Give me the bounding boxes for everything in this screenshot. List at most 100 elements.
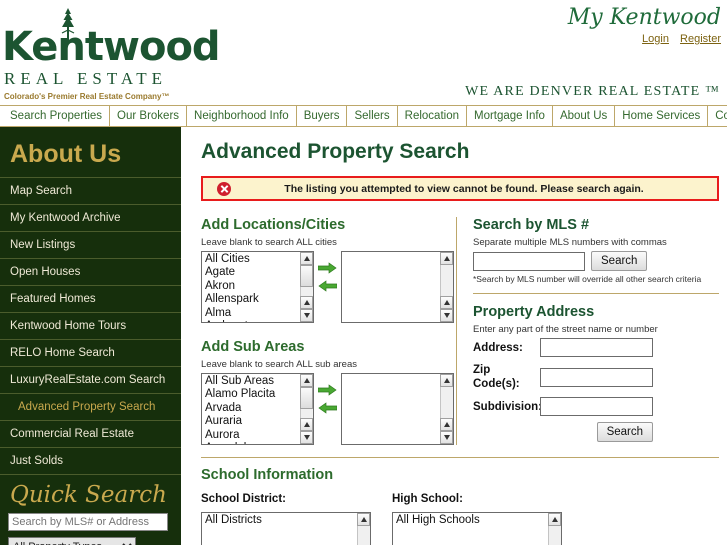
sidebar-item-commercial-real-estate[interactable]: Commercial Real Estate <box>0 420 181 447</box>
scroll-up-icon[interactable] <box>440 374 453 387</box>
locations-hint: Leave blank to search ALL cities <box>201 237 337 248</box>
subdivision-input[interactable] <box>540 397 653 416</box>
scroll-up-icon[interactable] <box>300 296 313 309</box>
login-link[interactable]: Login <box>642 33 669 45</box>
arrow-right-icon[interactable] <box>318 261 337 275</box>
arrow-left-icon[interactable] <box>318 401 337 415</box>
mls-number-input[interactable] <box>473 251 585 271</box>
subareas-dual-listbox: All Sub Areas Alamo Placita Arvada Aurar… <box>201 373 456 445</box>
scroll-down-icon[interactable] <box>440 431 453 444</box>
scrollbar-thumb[interactable] <box>300 265 313 287</box>
body-wrapper: About Us Map Search My Kentwood Archive … <box>0 127 727 545</box>
sidebar-item-map-search[interactable]: Map Search <box>0 177 181 204</box>
mls-search-section: Search by MLS # Separate multiple MLS nu… <box>473 217 719 284</box>
list-item[interactable]: Allenspark <box>205 293 311 306</box>
sidebar-item-open-houses[interactable]: Open Houses <box>0 258 181 285</box>
site-logo[interactable]: Kentwood REAL ESTATE Colorado's Premier … <box>2 8 262 101</box>
nav-item-home-services[interactable]: Home Services <box>615 106 709 126</box>
main-content: Advanced Property Search The listing you… <box>181 127 727 545</box>
zip-code-input[interactable] <box>540 367 653 387</box>
nav-item-search-properties[interactable]: Search Properties <box>3 106 111 126</box>
sidebar-item-relo-home-search[interactable]: RELO Home Search <box>0 339 181 366</box>
list-item[interactable]: Amherst <box>205 320 311 322</box>
school-district-listbox[interactable]: All Districts <box>201 512 371 545</box>
address-label: Address: <box>473 341 523 354</box>
nav-item-neighborhood-info[interactable]: Neighborhood Info <box>187 106 297 126</box>
subareas-selected-listbox[interactable] <box>341 373 454 445</box>
locations-section: Add Locations/Cities Leave blank to sear… <box>201 217 456 323</box>
nav-item-sellers[interactable]: Sellers <box>347 106 398 126</box>
list-item[interactable]: Arvada <box>205 402 311 415</box>
sidebar-item-new-listings[interactable]: New Listings <box>0 231 181 258</box>
subareas-selected-scrollbar[interactable] <box>440 374 453 444</box>
subareas-available-listbox[interactable]: All Sub Areas Alamo Placita Arvada Aurar… <box>201 373 314 445</box>
address-input[interactable] <box>540 338 653 357</box>
nav-item-buyers[interactable]: Buyers <box>297 106 348 126</box>
subareas-heading: Add Sub Areas <box>201 339 305 355</box>
arrow-right-icon[interactable] <box>318 383 337 397</box>
scroll-up-icon[interactable] <box>357 513 370 526</box>
scroll-up-icon[interactable] <box>440 252 453 265</box>
list-item[interactable]: Auraria <box>205 415 311 428</box>
high-school-column: High School: All High Schools <box>392 492 580 545</box>
school-information-section: School Information School District: All … <box>201 467 719 545</box>
scroll-up-icon[interactable] <box>300 252 313 265</box>
locations-available-scrollbar[interactable] <box>300 252 313 322</box>
subareas-selected-items <box>342 374 453 375</box>
nav-item-our-brokers[interactable]: Our Brokers <box>110 106 188 126</box>
account-links: Login Register <box>568 33 721 45</box>
list-item[interactable]: All High Schools <box>396 514 559 527</box>
list-item[interactable]: Akron <box>205 280 311 293</box>
locations-dual-listbox: All Cities Agate Akron Allenspark Alma A… <box>201 251 456 323</box>
mls-heading: Search by MLS # <box>473 217 590 233</box>
school-district-scrollbar[interactable] <box>357 513 370 545</box>
sidebar-item-featured-homes[interactable]: Featured Homes <box>0 285 181 312</box>
scroll-down-icon[interactable] <box>300 309 313 322</box>
list-item[interactable]: All Districts <box>205 514 368 527</box>
nav-item-relocation[interactable]: Relocation <box>398 106 467 126</box>
list-item[interactable]: Avondale <box>205 442 311 444</box>
register-link[interactable]: Register <box>680 33 721 45</box>
quick-search-input[interactable] <box>8 513 168 531</box>
nav-item-mortgage-info[interactable]: Mortgage Info <box>467 106 553 126</box>
list-item[interactable]: All Sub Areas <box>205 375 311 388</box>
sidebar-item-kentwood-home-tours[interactable]: Kentwood Home Tours <box>0 312 181 339</box>
locations-heading: Add Locations/Cities <box>201 217 346 233</box>
mls-note: *Search by MLS number will override all … <box>473 274 702 284</box>
scroll-down-icon[interactable] <box>440 309 453 322</box>
logo-subtitle: REAL ESTATE <box>4 69 168 88</box>
nav-item-contact-us[interactable]: Contact Us <box>708 106 727 126</box>
address-search-button[interactable]: Search <box>596 422 653 442</box>
mls-search-button[interactable]: Search <box>591 251 648 271</box>
locations-selected-scrollbar[interactable] <box>440 252 453 322</box>
sidebar-item-just-solds[interactable]: Just Solds <box>0 447 181 474</box>
locations-available-listbox[interactable]: All Cities Agate Akron Allenspark Alma A… <box>201 251 314 323</box>
address-field-row: Address: <box>473 338 719 357</box>
list-item[interactable]: Aurora <box>205 429 311 442</box>
scrollbar-thumb[interactable] <box>300 387 313 409</box>
quick-search-property-type-select[interactable]: All Property Types <box>8 537 136 545</box>
high-school-scrollbar[interactable] <box>548 513 561 545</box>
locations-selected-listbox[interactable] <box>341 251 454 323</box>
nav-item-about-us[interactable]: About Us <box>553 106 616 126</box>
arrow-left-icon[interactable] <box>318 279 337 293</box>
list-item[interactable]: All Cities <box>205 253 311 266</box>
list-item[interactable]: Agate <box>205 266 311 279</box>
site-slogan: WE ARE DENVER REAL ESTATE ™ <box>465 84 720 99</box>
scroll-up-icon[interactable] <box>548 513 561 526</box>
list-item[interactable]: Alma <box>205 307 311 320</box>
scroll-up-icon[interactable] <box>440 418 453 431</box>
sidebar-item-luxuryrealestate-search[interactable]: LuxuryRealEstate.com Search <box>0 366 181 393</box>
subareas-available-scrollbar[interactable] <box>300 374 313 444</box>
sidebar-item-my-kentwood-archive[interactable]: My Kentwood Archive <box>0 204 181 231</box>
page-title: Advanced Property Search <box>201 140 470 163</box>
locations-column: Add Locations/Cities Leave blank to sear… <box>201 217 456 445</box>
scroll-up-icon[interactable] <box>440 296 453 309</box>
property-address-section: Property Address Enter any part of the s… <box>473 304 719 442</box>
scroll-up-icon[interactable] <box>300 374 313 387</box>
scroll-down-icon[interactable] <box>300 431 313 444</box>
scroll-up-icon[interactable] <box>300 418 313 431</box>
list-item[interactable]: Alamo Placita <box>205 388 311 401</box>
sidebar-item-advanced-property-search[interactable]: Advanced Property Search <box>0 393 181 420</box>
high-school-listbox[interactable]: All High Schools <box>392 512 562 545</box>
